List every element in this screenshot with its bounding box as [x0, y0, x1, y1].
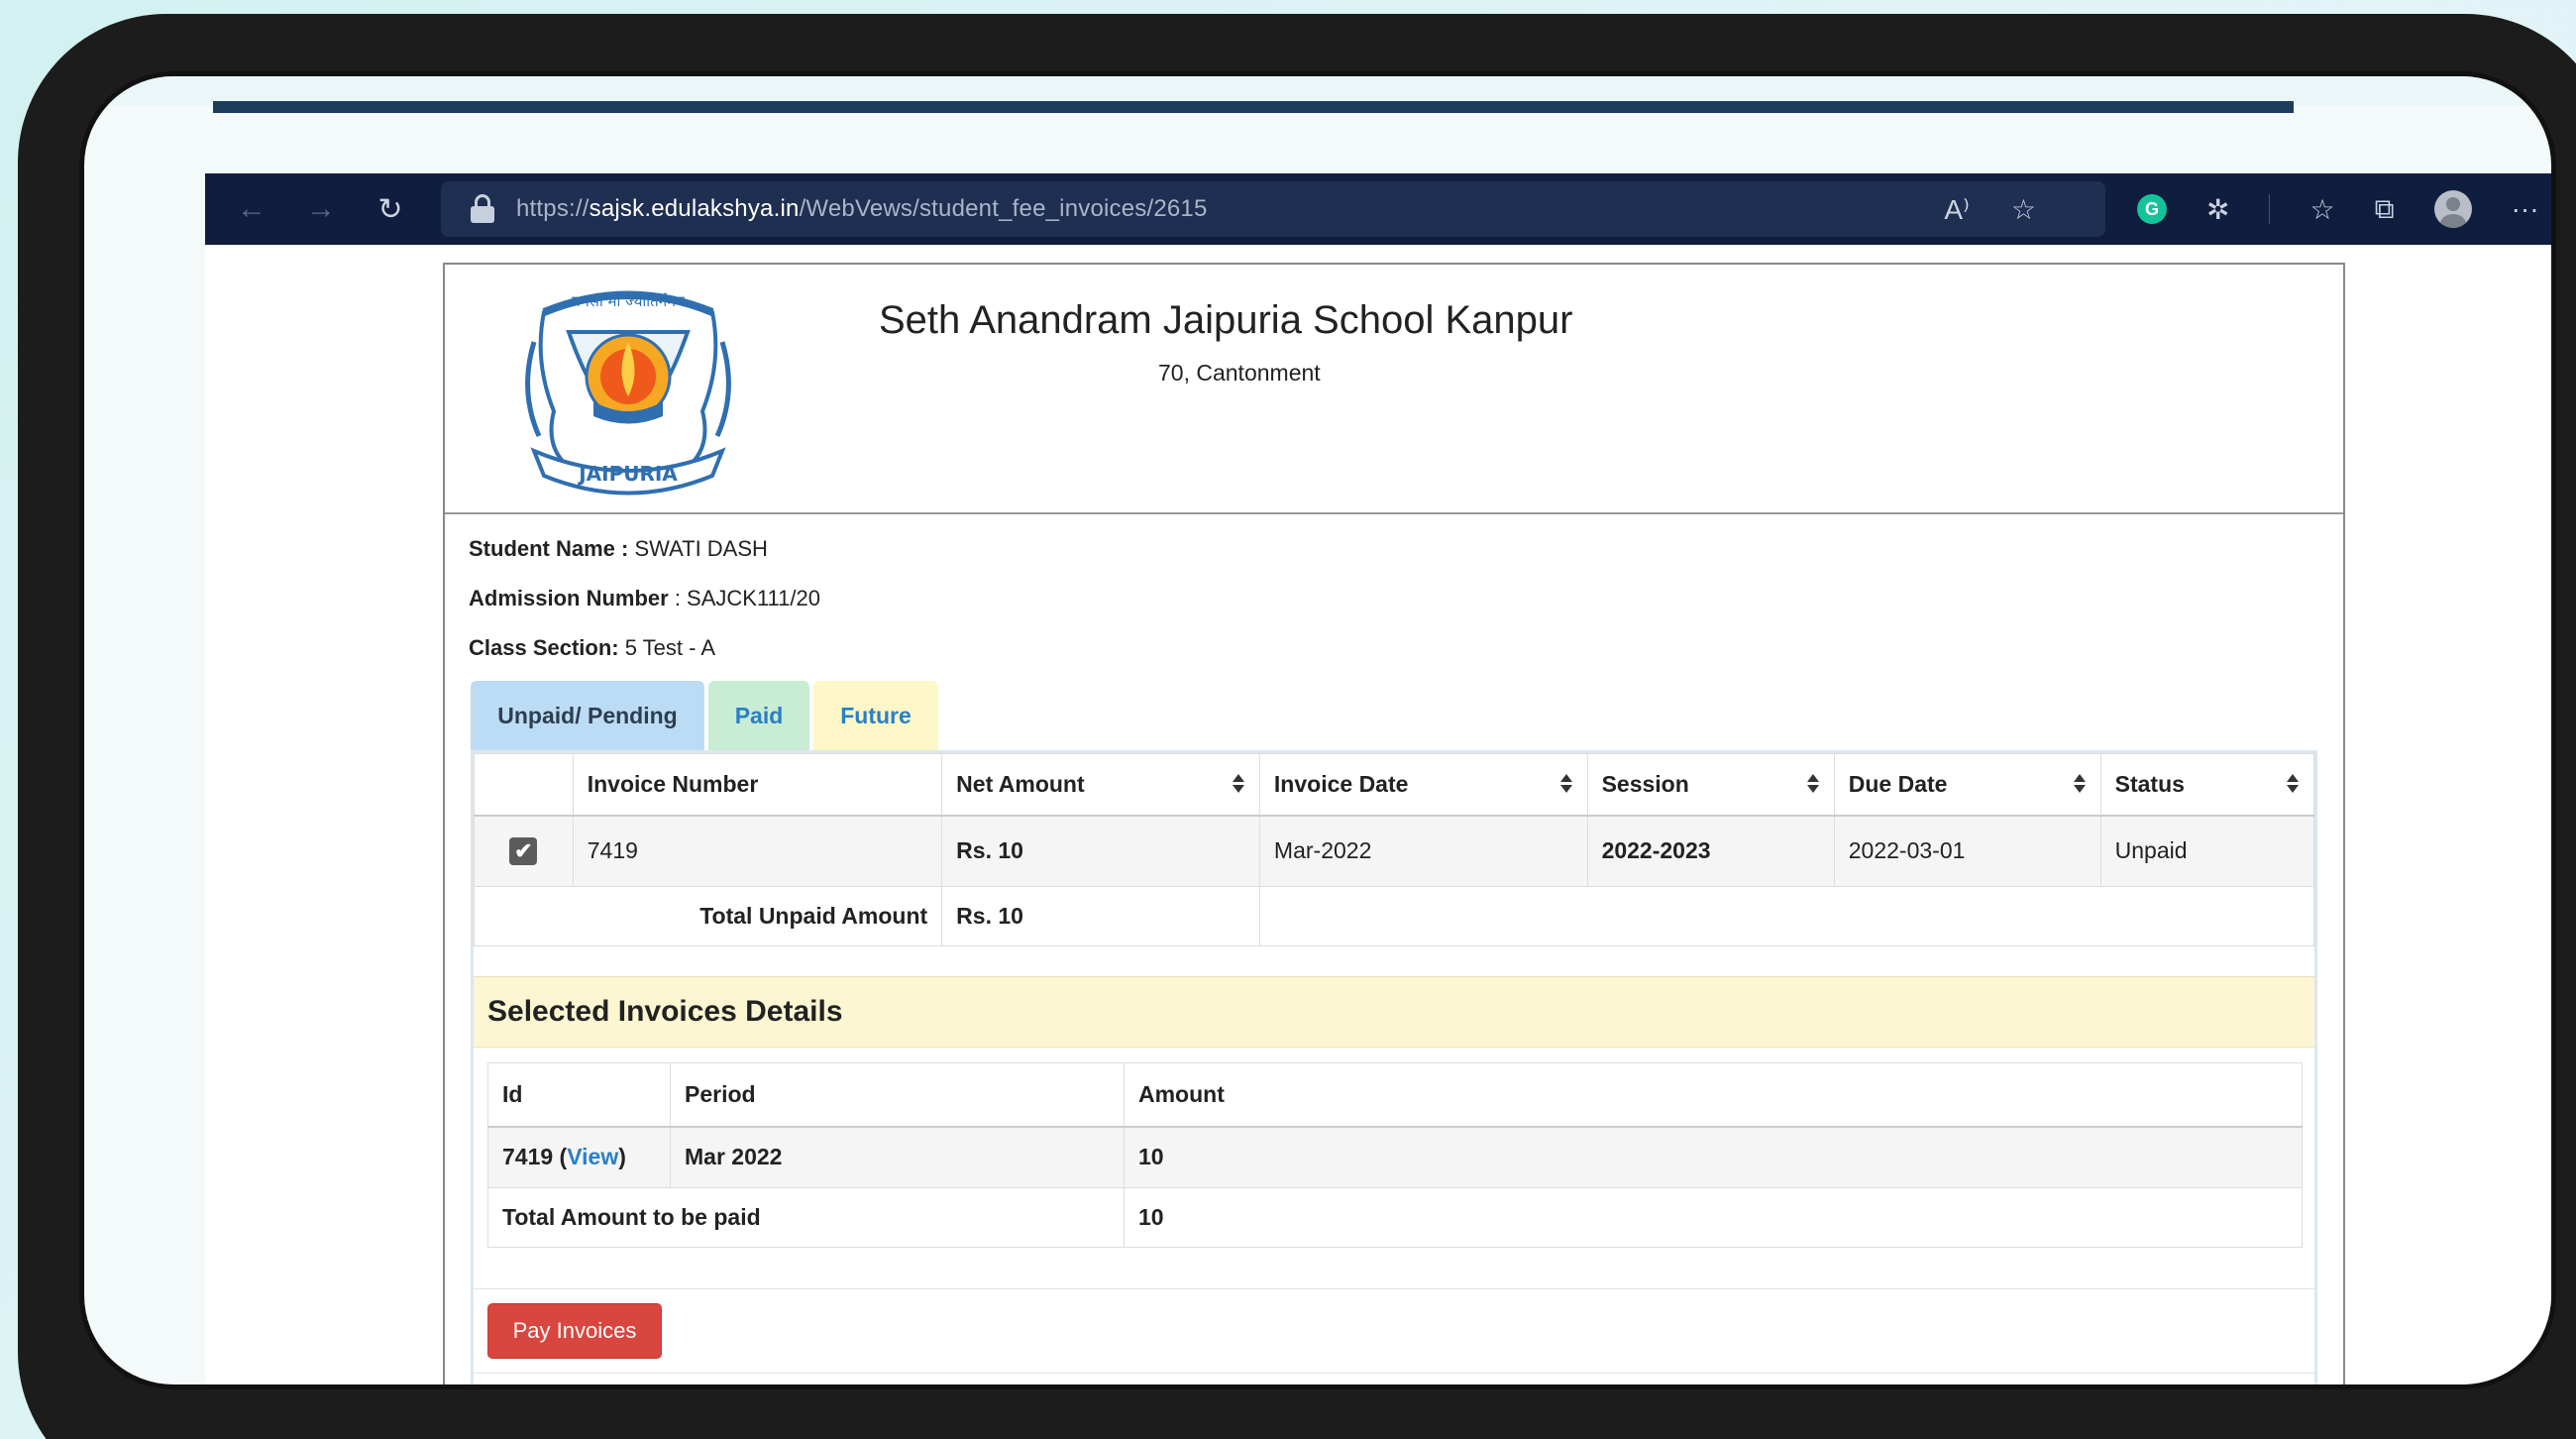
profile-avatar-icon[interactable] [2433, 190, 2472, 228]
sort-icon[interactable] [1232, 772, 1245, 796]
tab-future[interactable]: Future [813, 681, 938, 750]
tab-unpaid-pending[interactable]: Unpaid/ Pending [471, 681, 704, 750]
col-session[interactable]: Session [1586, 753, 1835, 817]
col-net-amount-label: Net Amount [956, 770, 1085, 797]
school-address: 70, Cantonment [1158, 360, 1321, 386]
invoice-checkbox[interactable]: ✔ [509, 836, 538, 865]
svg-text:तमसो मा ज्योतिर्गमय: तमसो मा ज्योतिर्गमय [572, 292, 685, 310]
collections-icon[interactable]: ⧉ [2375, 193, 2395, 226]
id-value: 7419 ( [502, 1144, 568, 1170]
selected-invoices-title: Selected Invoices Details [474, 976, 2314, 1048]
browser-tab-strip [213, 101, 2294, 113]
add-favorite-icon[interactable]: ☆ [2011, 193, 2036, 226]
school-header: तमसो मा ज्योतिर्गमय JAIPURIA Seth Anandr… [445, 265, 2343, 514]
table-row: 7419 (View) Mar 2022 10 [487, 1126, 2303, 1188]
favorites-icon[interactable]: ☆ [2309, 193, 2334, 226]
unpaid-panel: Invoice Number Net Amount Invoice Date S… [471, 750, 2317, 1384]
school-name: Seth Anandram Jaipuria School Kanpur [879, 298, 1573, 342]
tab-paid[interactable]: Paid [708, 681, 809, 750]
invoice-date-cell: Mar-2022 [1258, 815, 1588, 887]
browser-toolbar: ← → ↻ https://sajsk.edulakshya.in/WebVew… [205, 173, 2551, 245]
class-section-value: 5 Test - A [618, 635, 716, 660]
col-due-date[interactable]: Due Date [1833, 753, 2101, 817]
forward-arrow-icon[interactable]: → [298, 186, 344, 232]
invoice-tabs: Unpaid/ Pending Paid Future [471, 681, 942, 750]
total-unpaid-label: Total Unpaid Amount [473, 886, 943, 946]
col-id: Id [487, 1062, 671, 1128]
id-cell: 7419 (View) [487, 1126, 671, 1188]
col-invoice-date-label: Invoice Date [1273, 770, 1409, 797]
view-invoice-link[interactable]: View [567, 1144, 618, 1169]
browser-window: ← → ↻ https://sajsk.edulakshya.in/WebVew… [205, 173, 2551, 1384]
table-row: ✔ 7419 Rs. 10 Mar-2022 2022-2023 2022-03… [474, 815, 2315, 887]
net-amount-cell: Rs. 10 [941, 815, 1260, 887]
invoice-table: Invoice Number Net Amount Invoice Date S… [473, 753, 2315, 946]
total-row-filler [1258, 886, 2315, 946]
reload-icon[interactable]: ↻ [368, 186, 413, 232]
selected-invoices-table: Id Period Amount 7419 (View) Mar 2022 10… [487, 1062, 2303, 1248]
total-row: Total Amount to be paid 10 [487, 1187, 2303, 1248]
class-section-label: Class Section: [469, 635, 619, 660]
col-status-label: Status [2114, 770, 2185, 797]
more-menu-icon[interactable]: ··· [2512, 193, 2539, 225]
total-to-pay-label: Total Amount to be paid [487, 1187, 1125, 1248]
select-cell: ✔ [474, 815, 574, 887]
device-screen-bezel: ← → ↻ https://sajsk.edulakshya.in/WebVew… [79, 71, 2556, 1389]
total-row: Total Unpaid Amount Rs. 10 [473, 886, 2315, 946]
url-text[interactable]: https://sajsk.edulakshya.in/WebVews/stud… [516, 195, 1208, 223]
sort-icon[interactable] [2286, 772, 2300, 796]
col-net-amount[interactable]: Net Amount [941, 753, 1260, 817]
total-to-pay-value: 10 [1124, 1187, 2303, 1248]
col-amount: Amount [1124, 1062, 2303, 1128]
amount-cell: 10 [1124, 1126, 2303, 1188]
extensions-icon[interactable]: ✲ [2206, 193, 2229, 226]
student-name-value: SWATI DASH [628, 536, 768, 561]
col-invoice-date[interactable]: Invoice Date [1258, 753, 1588, 817]
student-name-label: Student Name : [469, 536, 629, 561]
svg-text:JAIPURIA: JAIPURIA [577, 462, 678, 486]
due-date-cell: 2022-03-01 [1833, 815, 2101, 887]
admission-number-row: Admission Number : SAJCK111/20 [469, 586, 820, 611]
sort-icon[interactable] [1806, 772, 1820, 796]
pay-invoices-button[interactable]: Pay Invoices [487, 1303, 662, 1359]
back-arrow-icon[interactable]: ← [229, 186, 274, 232]
col-period: Period [670, 1062, 1125, 1128]
grammarly-icon[interactable]: G [2137, 194, 2167, 224]
class-section-row: Class Section: 5 Test - A [469, 635, 715, 661]
col-select [474, 753, 574, 817]
toolbar-divider [2269, 194, 2271, 224]
session-cell: 2022-2023 [1586, 815, 1835, 887]
read-aloud-icon[interactable]: A⁾ [1944, 193, 1970, 226]
col-invoice-number: Invoice Number [572, 753, 943, 817]
total-unpaid-value: Rs. 10 [941, 886, 1260, 946]
sort-icon[interactable] [1559, 772, 1573, 796]
student-name-row: Student Name : SWATI DASH [469, 536, 768, 562]
school-logo: तमसो मा ज्योतिर्गमय JAIPURIA [525, 290, 731, 496]
period-cell: Mar 2022 [670, 1126, 1125, 1188]
admission-number-value: : SAJCK111/20 [668, 586, 820, 610]
col-status[interactable]: Status [2099, 753, 2315, 817]
invoice-number-cell: 7419 [572, 815, 943, 887]
page-content: तमसो मा ज्योतिर्गमय JAIPURIA Seth Anandr… [443, 263, 2345, 1384]
admission-number-label: Admission Number [469, 586, 669, 610]
col-due-date-label: Due Date [1848, 770, 1948, 797]
id-close: ) [618, 1144, 626, 1170]
address-bar[interactable]: https://sajsk.edulakshya.in/WebVews/stud… [441, 181, 2105, 237]
col-session-label: Session [1601, 770, 1689, 797]
lock-icon[interactable] [471, 194, 494, 224]
pay-row: Pay Invoices [474, 1288, 2314, 1374]
sort-icon[interactable] [2073, 772, 2087, 796]
status-cell: Unpaid [2099, 815, 2315, 887]
